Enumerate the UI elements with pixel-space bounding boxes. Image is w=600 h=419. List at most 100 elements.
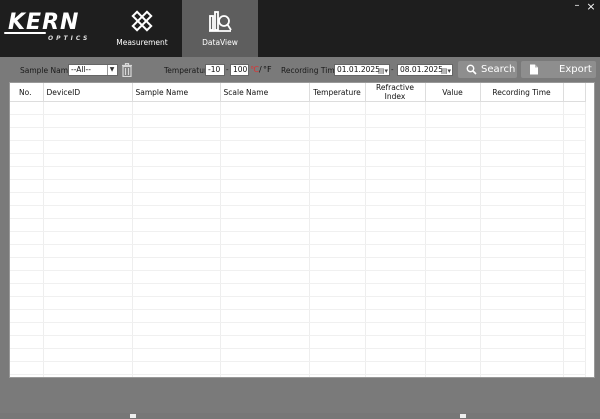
- export-button-label: Export: [559, 64, 592, 75]
- table-cell: [365, 374, 426, 377]
- table-cell: [220, 166, 310, 180]
- table-cell: [309, 231, 366, 245]
- unit-separator: /: [259, 65, 262, 74]
- table-cell: [309, 322, 366, 336]
- table-cell: [480, 348, 564, 362]
- table-cell: [220, 153, 310, 167]
- tab-dataview[interactable]: DataView: [182, 0, 258, 57]
- bottom-marker: [130, 414, 136, 418]
- calendar-icon: ▤▾: [377, 67, 388, 75]
- table-row: [10, 296, 586, 310]
- table-cell: [425, 257, 481, 271]
- table-cell: [365, 101, 426, 115]
- date-from-picker[interactable]: 01.01.2025 ▤▾: [334, 64, 390, 76]
- table-cell: [43, 348, 133, 362]
- close-button[interactable]: ×: [585, 1, 597, 13]
- table-cell: [480, 309, 564, 323]
- logo-swoosh: [4, 32, 46, 34]
- table-cell: [480, 231, 564, 245]
- table-cell: [43, 166, 133, 180]
- column-header-scale-name[interactable]: Scale Name: [220, 83, 310, 102]
- column-header-refractive-index[interactable]: Refractive Index: [365, 83, 426, 102]
- table-cell: [425, 361, 481, 375]
- table-cell: [425, 205, 481, 219]
- search-button-label: Search: [481, 64, 516, 75]
- table-cell: [10, 231, 44, 245]
- table-cell: [132, 283, 221, 297]
- fahrenheit-toggle[interactable]: °F: [263, 65, 272, 74]
- table-cell: [425, 218, 481, 232]
- table-row: [10, 127, 586, 141]
- table-cell: [480, 335, 564, 349]
- celsius-toggle[interactable]: ℃: [250, 65, 259, 74]
- export-button[interactable]: Export: [521, 61, 596, 78]
- table-cell: [132, 296, 221, 310]
- table-cell: [10, 283, 44, 297]
- table-row: [10, 192, 586, 206]
- table-cell: [365, 270, 426, 284]
- table-cell: [220, 374, 310, 377]
- table-cell: [480, 101, 564, 115]
- table-cell: [43, 257, 133, 271]
- column-header-temperature[interactable]: Temperature: [309, 83, 366, 102]
- table-cell: [365, 244, 426, 258]
- table-cell: [309, 127, 366, 141]
- table-cell: [309, 309, 366, 323]
- table-cell: [365, 348, 426, 362]
- table-cell: [425, 101, 481, 115]
- table-cell: [365, 127, 426, 141]
- table-row: [10, 231, 586, 245]
- table-row: [10, 374, 586, 377]
- table-cell: [10, 205, 44, 219]
- table-cell: [43, 231, 133, 245]
- trash-icon[interactable]: [121, 63, 133, 77]
- table-cell: [309, 166, 366, 180]
- tab-dataview-label: DataView: [202, 38, 238, 47]
- table-cell: [132, 101, 221, 115]
- table-row: [10, 153, 586, 167]
- table-cell: [132, 348, 221, 362]
- table-header-row: No. DeviceID Sample Name Scale Name Temp…: [10, 83, 586, 102]
- table-cell: [425, 166, 481, 180]
- table-cell: [309, 140, 366, 154]
- column-header-recording-time[interactable]: Recording Time: [480, 83, 564, 102]
- table-cell: [480, 257, 564, 271]
- column-header-sample-name[interactable]: Sample Name: [132, 83, 221, 102]
- table-cell: [43, 244, 133, 258]
- table-cell: [220, 244, 310, 258]
- tab-measurement[interactable]: Measurement: [104, 0, 180, 57]
- temp-max-input[interactable]: 100: [230, 64, 249, 76]
- column-header-deviceid[interactable]: DeviceID: [43, 83, 133, 102]
- table-cell: [132, 257, 221, 271]
- table-cell: [43, 114, 133, 128]
- table-cell: [563, 309, 586, 323]
- table-cell: [10, 218, 44, 232]
- table-cell: [132, 335, 221, 349]
- table-cell: [309, 205, 366, 219]
- top-bar: KERN OPTICS Measurement DataView – ×: [0, 0, 600, 57]
- column-header-no[interactable]: No.: [10, 83, 44, 102]
- table-cell: [480, 179, 564, 193]
- minimize-button[interactable]: –: [572, 1, 582, 12]
- temp-min-input[interactable]: -10: [205, 64, 225, 76]
- table-cell: [43, 270, 133, 284]
- table-cell: [43, 192, 133, 206]
- table-cell: [563, 205, 586, 219]
- table-cell: [563, 140, 586, 154]
- column-header-value[interactable]: Value: [425, 83, 481, 102]
- sample-name-select[interactable]: --All-- ▼: [68, 64, 118, 76]
- table-cell: [309, 153, 366, 167]
- table-row: [10, 244, 586, 258]
- search-button[interactable]: Search: [458, 61, 517, 78]
- brand-sub: OPTICS: [48, 35, 91, 42]
- search-icon: [466, 64, 477, 75]
- table-cell: [43, 101, 133, 115]
- table-cell: [10, 361, 44, 375]
- table-cell: [132, 205, 221, 219]
- table-cell: [10, 192, 44, 206]
- table-cell: [365, 335, 426, 349]
- date-to-picker[interactable]: 08.01.2025 ▤▾: [397, 64, 453, 76]
- table-cell: [309, 244, 366, 258]
- table-cell: [10, 179, 44, 193]
- table-cell: [365, 192, 426, 206]
